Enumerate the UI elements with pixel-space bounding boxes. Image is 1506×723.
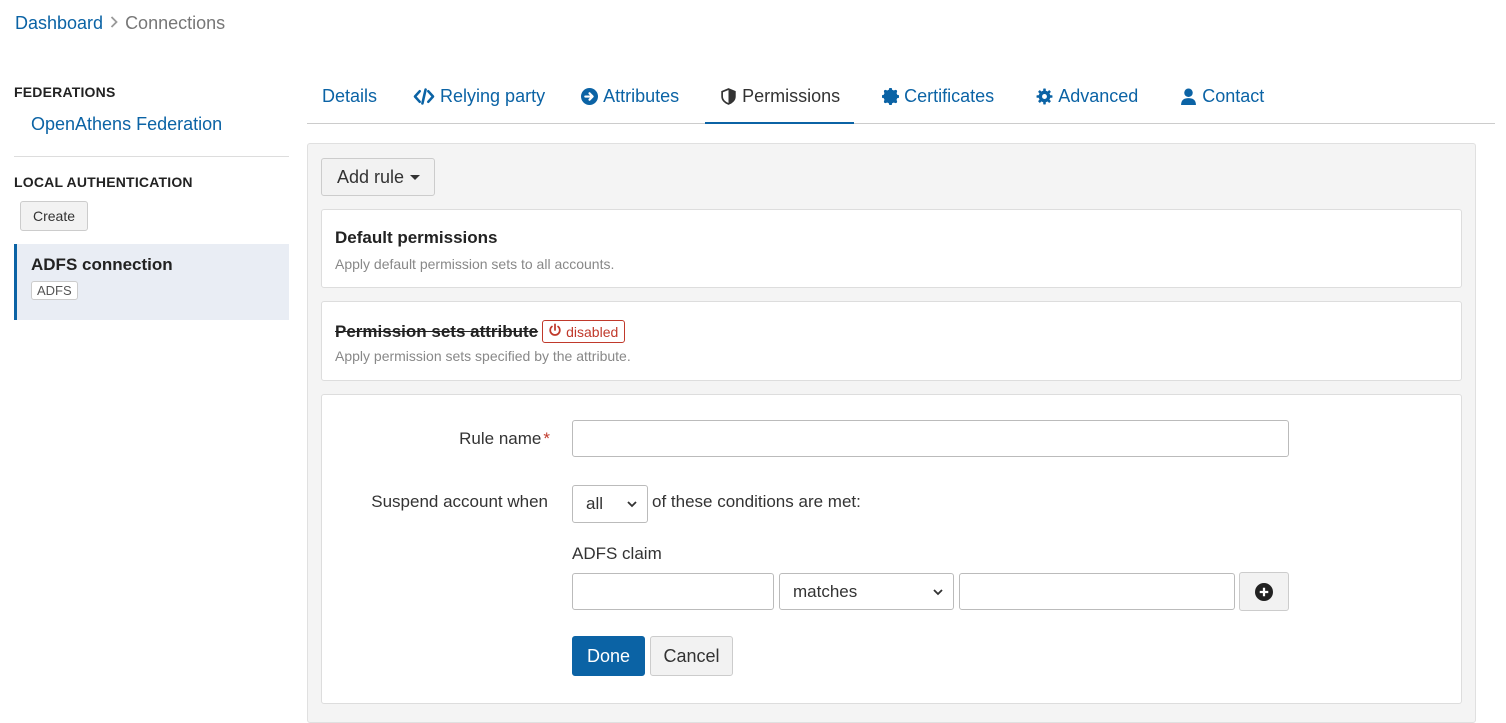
breadcrumb-current: Connections [125, 13, 226, 33]
gear-icon [1036, 86, 1053, 110]
default-permissions-subtitle: Apply default permission sets to all acc… [335, 256, 615, 272]
create-button[interactable]: Create [20, 201, 89, 231]
operator-select[interactable]: matches [779, 573, 954, 610]
permissions-panel: Add rule Default permissions Apply defau… [307, 143, 1476, 723]
card-title: Permission sets attribute disabled [335, 320, 626, 343]
tab-label: Relying party [440, 86, 546, 106]
tab-label: Contact [1202, 86, 1265, 106]
permission-sets-attribute-subtitle: Apply permission sets specified by the a… [335, 348, 631, 364]
sidebar: FEDERATIONS OpenAthens Federation LOCAL … [14, 80, 289, 320]
claim-input[interactable] [572, 573, 774, 610]
rule-name-label: Rule name * [322, 429, 550, 449]
permission-sets-attribute-card[interactable]: Permission sets attribute disabled Apply… [321, 301, 1462, 381]
suspend-account-label: Suspend account when [371, 492, 548, 511]
conditions-text: of these conditions are met: [652, 492, 861, 511]
required-asterisk: * [543, 429, 550, 448]
match-mode-select[interactable]: all [572, 485, 648, 523]
default-permissions-card[interactable]: Default permissions Apply default permis… [321, 209, 1462, 288]
certificate-icon [881, 86, 900, 110]
connection-type-badge: ADFS [31, 281, 78, 300]
chevron-right-icon [110, 16, 118, 31]
default-permissions-title: Default permissions [335, 228, 498, 247]
tab-label: Attributes [603, 86, 680, 106]
card-title: Default permissions [335, 228, 498, 248]
tab-label: Advanced [1058, 86, 1139, 106]
breadcrumb-dashboard-link[interactable]: Dashboard [15, 13, 103, 34]
done-button[interactable]: Done [572, 636, 645, 676]
sidebar-divider [14, 156, 289, 157]
arrow-circle-right-icon [581, 86, 599, 110]
rule-name-label-text: Rule name [459, 429, 542, 448]
match-value-input[interactable] [959, 573, 1235, 610]
power-icon [548, 323, 562, 340]
permission-sets-attribute-title: Permission sets attribute [335, 321, 539, 341]
breadcrumb: Dashboard Connections [15, 13, 225, 34]
tab-label: Permissions [742, 86, 841, 106]
rule-form-card: Rule name * Suspend account when all of t… [321, 394, 1462, 704]
tab-permissions[interactable]: Permissions [705, 72, 855, 124]
sidebar-item-openathens-federation[interactable]: OpenAthens Federation [14, 100, 289, 149]
user-icon [1180, 86, 1197, 110]
tab-contact[interactable]: Contact [1165, 72, 1279, 124]
tab-attributes[interactable]: Attributes [566, 72, 705, 124]
plus-circle-icon [1255, 582, 1273, 601]
add-rule-label: Add rule [337, 166, 405, 187]
local-authentication-heading: LOCAL AUTHENTICATION [14, 174, 193, 190]
chevron-down-icon [933, 588, 943, 595]
chevron-down-icon [627, 501, 637, 508]
disabled-badge: disabled [542, 320, 626, 343]
rule-name-input[interactable] [572, 420, 1289, 457]
federations-heading: FEDERATIONS [14, 84, 116, 100]
tab-label: Certificates [904, 86, 995, 106]
disabled-badge-label: disabled [566, 323, 619, 340]
add-condition-button[interactable] [1239, 572, 1289, 611]
tab-certificates[interactable]: Certificates [854, 72, 1021, 124]
code-icon [413, 86, 435, 110]
add-rule-dropdown-button[interactable]: Add rule [321, 158, 436, 196]
match-mode-value: all [586, 494, 604, 513]
adfs-claim-label: ADFS claim [572, 544, 662, 563]
tab-advanced[interactable]: Advanced [1021, 72, 1165, 124]
caret-down-icon [410, 174, 421, 180]
tab-bar: Details Relying party Attributes Permiss… [307, 72, 1495, 124]
connection-name: ADFS connection [31, 255, 173, 274]
sidebar-item-adfs-connection[interactable]: ADFS connection ADFS [14, 244, 289, 320]
tab-relying-party[interactable]: Relying party [398, 72, 566, 124]
tab-details[interactable]: Details [307, 72, 398, 124]
operator-value: matches [793, 581, 858, 601]
tab-label: Details [322, 86, 378, 106]
shield-icon [720, 86, 737, 110]
cancel-button[interactable]: Cancel [650, 636, 733, 676]
